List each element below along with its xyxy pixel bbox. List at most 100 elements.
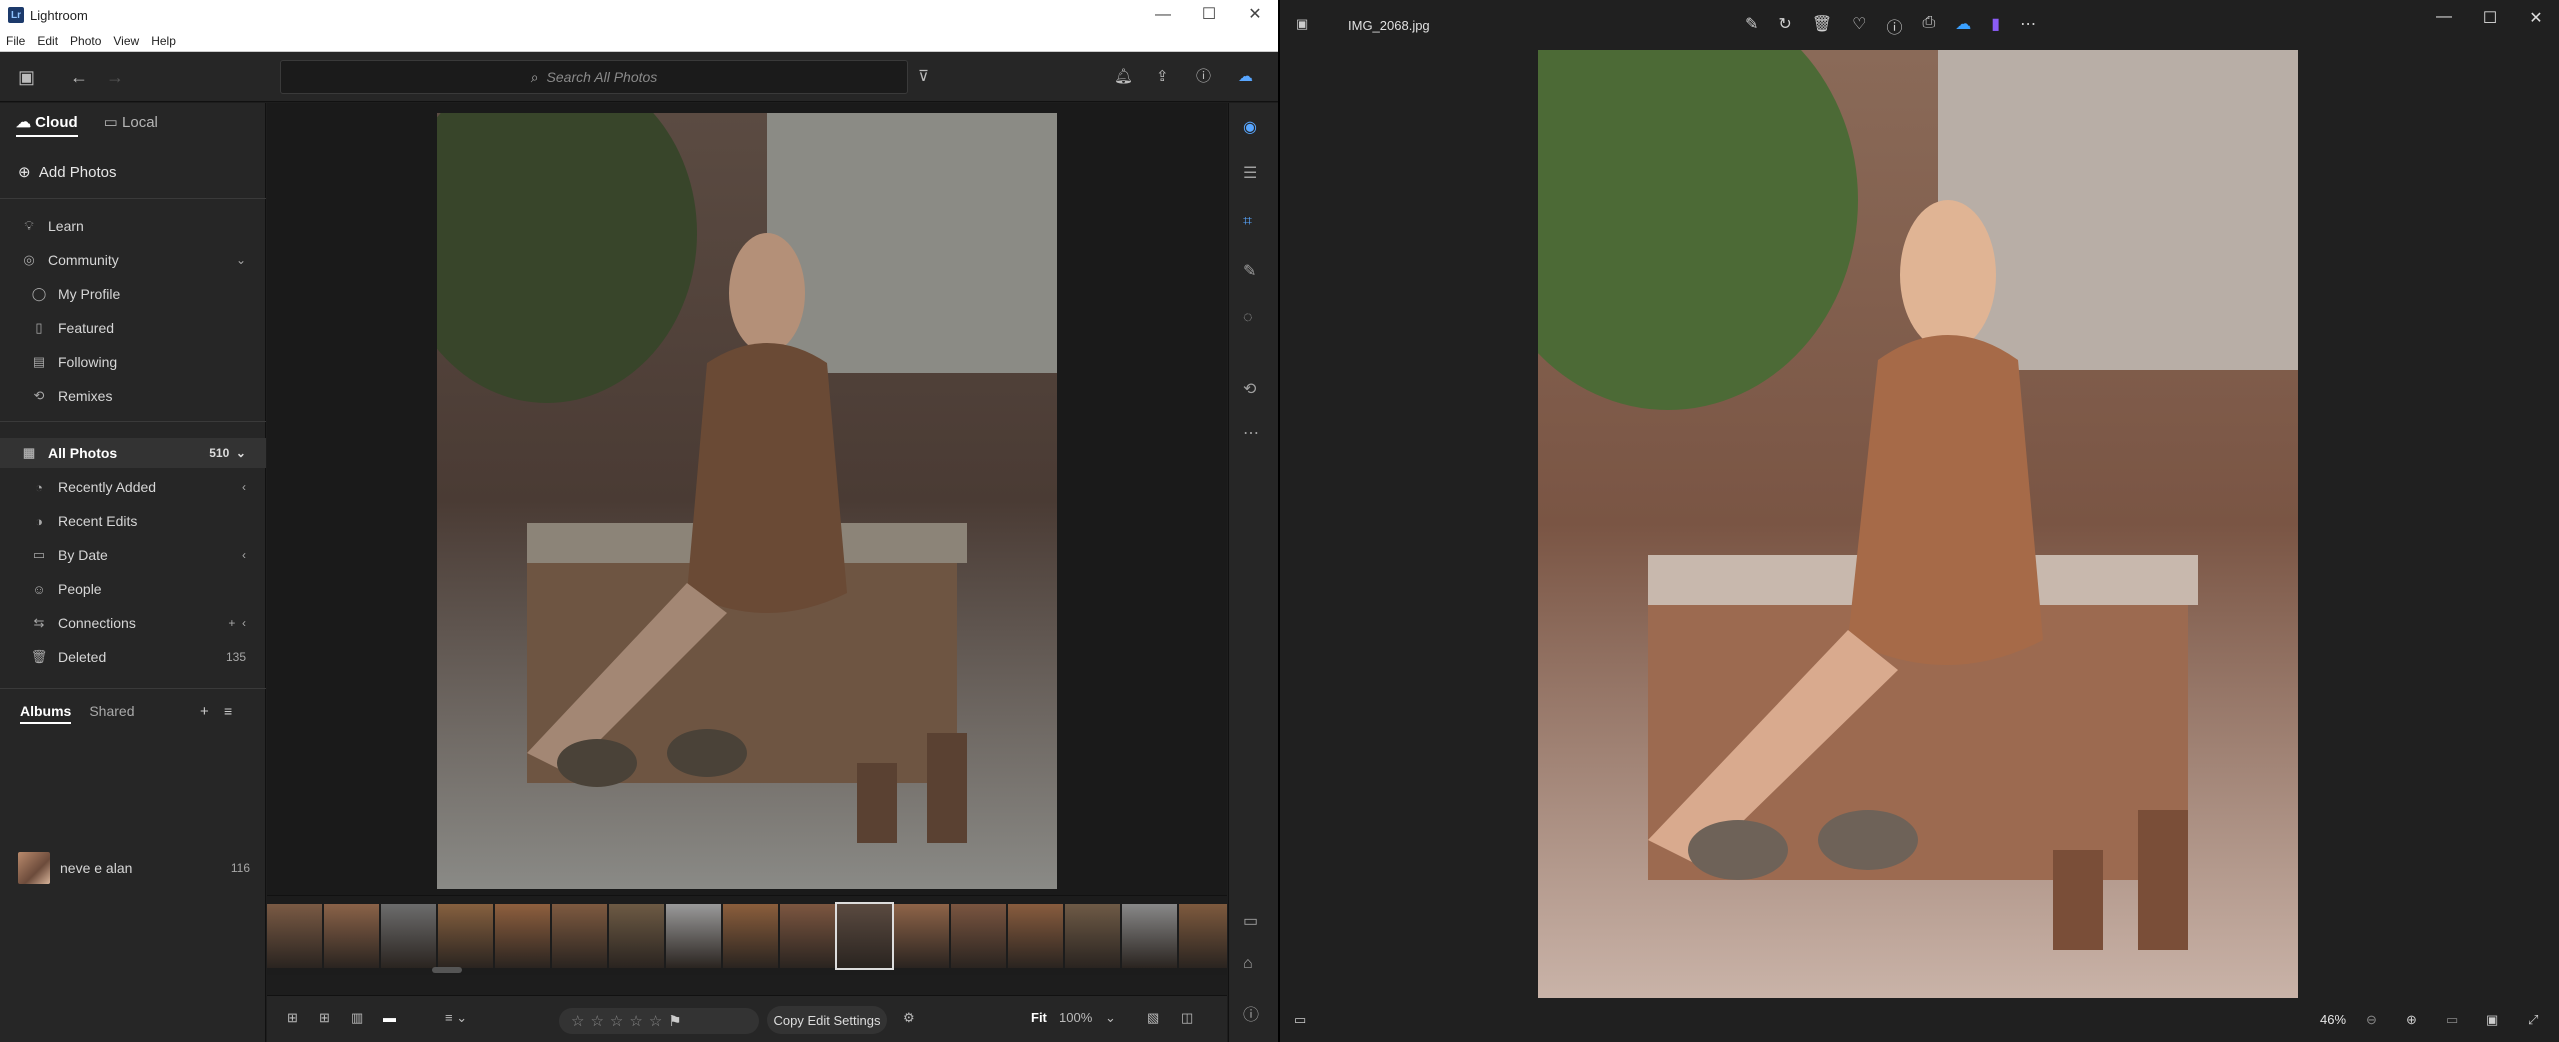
filmstrip-thumbnail[interactable]: [951, 904, 1006, 968]
nav-recent-edits[interactable]: ◑ Recent Edits: [0, 506, 266, 536]
nav-my-profile[interactable]: ◯ My Profile: [0, 279, 266, 309]
filmstrip-thumbnail[interactable]: [381, 904, 436, 968]
add-photos-button[interactable]: ⊕ Add Photos: [18, 163, 116, 181]
copy-edit-settings-button[interactable]: Copy Edit Settings: [767, 1006, 887, 1034]
filmstrip-thumbnail[interactable]: [438, 904, 493, 968]
tag-icon[interactable]: ⌂: [1243, 955, 1253, 973]
square-grid-icon[interactable]: ▥: [351, 1008, 363, 1028]
filmstrip-thumbnail[interactable]: [609, 904, 664, 968]
gear-icon[interactable]: ⚙: [903, 1008, 915, 1028]
before-after-icon[interactable]: ▧: [1147, 1008, 1159, 1028]
nav-community[interactable]: ◎ Community ⌄: [0, 245, 266, 275]
star-icon[interactable]: ☆: [649, 1012, 662, 1030]
nav-connections[interactable]: ⇆ Connections + ‹: [0, 608, 266, 638]
zoom-out-icon[interactable]: ⊖: [2366, 1012, 2377, 1028]
search-input[interactable]: ⌕ Search All Photos: [280, 60, 908, 94]
nav-learn[interactable]: 💡︎ Learn: [0, 211, 266, 241]
tab-local[interactable]: ▭ Local: [104, 113, 158, 137]
tab-albums[interactable]: Albums: [20, 703, 72, 724]
bell-icon[interactable]: 🔔︎: [1114, 67, 1133, 87]
nav-all-photos[interactable]: ▦ All Photos 510 ⌄: [0, 438, 266, 468]
rotate-icon[interactable]: ↻: [1778, 14, 1791, 38]
nav-people[interactable]: ☺ People: [0, 574, 266, 604]
zoom-level[interactable]: 100%: [1059, 1008, 1092, 1028]
star-icon[interactable]: ☆: [610, 1012, 623, 1030]
masking-icon[interactable]: ◌: [1243, 309, 1253, 327]
nav-following[interactable]: ▤ Following: [0, 347, 266, 377]
fit-option[interactable]: Fit: [1031, 1008, 1047, 1028]
forward-arrow-icon[interactable]: →: [106, 67, 124, 87]
fullscreen-icon[interactable]: ⤢: [2528, 1012, 2538, 1028]
menu-edit[interactable]: Edit: [37, 34, 58, 48]
crop-icon[interactable]: ⌗: [1243, 213, 1252, 231]
album-item[interactable]: neve e alan 116: [18, 851, 250, 885]
menu-photo[interactable]: Photo: [70, 34, 101, 48]
filmstrip-scrollbar[interactable]: [432, 967, 462, 973]
add-connection-icon[interactable]: + ‹: [228, 616, 246, 630]
chevron-down-icon[interactable]: ⌄: [1105, 1008, 1116, 1028]
star-icon[interactable]: ☆: [571, 1012, 584, 1030]
minimize-button[interactable]: —: [1140, 0, 1186, 30]
chevron-down-icon[interactable]: ⌄: [236, 253, 246, 267]
presets-icon[interactable]: ◉: [1243, 117, 1257, 137]
star-icon[interactable]: ☆: [629, 1012, 642, 1030]
star-icon[interactable]: ☆: [590, 1012, 603, 1030]
filmstrip[interactable]: [267, 895, 1227, 975]
compare-icon[interactable]: ◫: [1181, 1008, 1193, 1028]
fit-window-icon[interactable]: ▭: [2446, 1012, 2458, 1028]
filmstrip-thumbnail[interactable]: [894, 904, 949, 968]
print-icon[interactable]: ⎙: [1922, 14, 1935, 38]
filmstrip-thumbnail[interactable]: [324, 904, 379, 968]
onedrive-icon[interactable]: ☁: [1955, 14, 1971, 38]
filmstrip-thumbnail[interactable]: [1122, 904, 1177, 968]
sort-options-icon[interactable]: ≡ ⌄: [445, 1008, 467, 1028]
filmstrip-thumbnail[interactable]: [666, 904, 721, 968]
filmstrip-thumbnail[interactable]: [1065, 904, 1120, 968]
filmstrip-thumbnail[interactable]: [267, 904, 322, 968]
share-icon[interactable]: ⇪: [1156, 67, 1169, 87]
sidebar-toggle-icon[interactable]: ▣: [18, 67, 35, 87]
info-icon[interactable]: ⓘ: [1886, 14, 1902, 38]
healing-icon[interactable]: ✎: [1243, 261, 1256, 281]
maximize-button[interactable]: ☐: [2467, 8, 2513, 28]
delete-icon[interactable]: 🗑︎: [1812, 14, 1832, 38]
filmstrip-thumbnail[interactable]: [495, 904, 550, 968]
close-button[interactable]: ✕: [2513, 8, 2559, 28]
more-options-icon[interactable]: ⋯: [2020, 14, 2036, 38]
flag-icon[interactable]: ⚑: [668, 1012, 681, 1030]
nav-remixes[interactable]: ⟲ Remixes: [0, 381, 266, 411]
info-icon[interactable]: ⓘ: [1243, 1001, 1259, 1025]
menu-file[interactable]: File: [6, 34, 25, 48]
filmstrip-thumbnail[interactable]: [835, 902, 894, 970]
filmstrip-thumbnail[interactable]: [1008, 904, 1063, 968]
detail-view-icon[interactable]: ▬: [383, 1008, 396, 1028]
filmstrip-thumbnail[interactable]: [1179, 904, 1227, 968]
filmstrip-thumbnail[interactable]: [723, 904, 778, 968]
cloud-sync-icon[interactable]: ☁: [1238, 67, 1253, 87]
tab-cloud[interactable]: ☁ Cloud: [16, 113, 78, 137]
nav-deleted[interactable]: 🗑︎ Deleted 135: [0, 642, 266, 672]
photo-image[interactable]: [1538, 50, 2298, 998]
edit-image-icon[interactable]: ✎: [1745, 14, 1758, 38]
nav-featured[interactable]: ▯ Featured: [0, 313, 266, 343]
chevron-left-icon[interactable]: ‹: [242, 480, 246, 494]
more-icon[interactable]: ⋯: [1243, 423, 1259, 443]
rating-stars[interactable]: ☆ ☆ ☆ ☆ ☆ ⚑: [559, 1008, 759, 1034]
minimize-button[interactable]: —: [2421, 8, 2467, 28]
filmstrip-toggle-icon[interactable]: ▭: [1294, 1012, 1306, 1028]
photo-preview[interactable]: [437, 113, 1057, 889]
menu-view[interactable]: View: [113, 34, 139, 48]
actual-size-icon[interactable]: ▣: [2486, 1012, 2498, 1028]
zoom-in-icon[interactable]: ⊕: [2406, 1012, 2417, 1028]
filmstrip-thumbnail[interactable]: [552, 904, 607, 968]
filter-icon[interactable]: ⊽: [918, 67, 929, 87]
help-icon[interactable]: ⓘ: [1196, 67, 1211, 87]
nav-by-date[interactable]: ▭ By Date ‹: [0, 540, 266, 570]
add-album-icon[interactable]: +: [200, 703, 209, 720]
tab-shared[interactable]: Shared: [89, 703, 134, 724]
favorite-icon[interactable]: ♡: [1852, 14, 1866, 38]
menu-help[interactable]: Help: [151, 34, 176, 48]
edit-sliders-icon[interactable]: ☰: [1243, 163, 1257, 183]
nav-recently-added[interactable]: ◔ Recently Added ‹: [0, 472, 266, 502]
comment-icon[interactable]: ▭: [1243, 911, 1258, 931]
